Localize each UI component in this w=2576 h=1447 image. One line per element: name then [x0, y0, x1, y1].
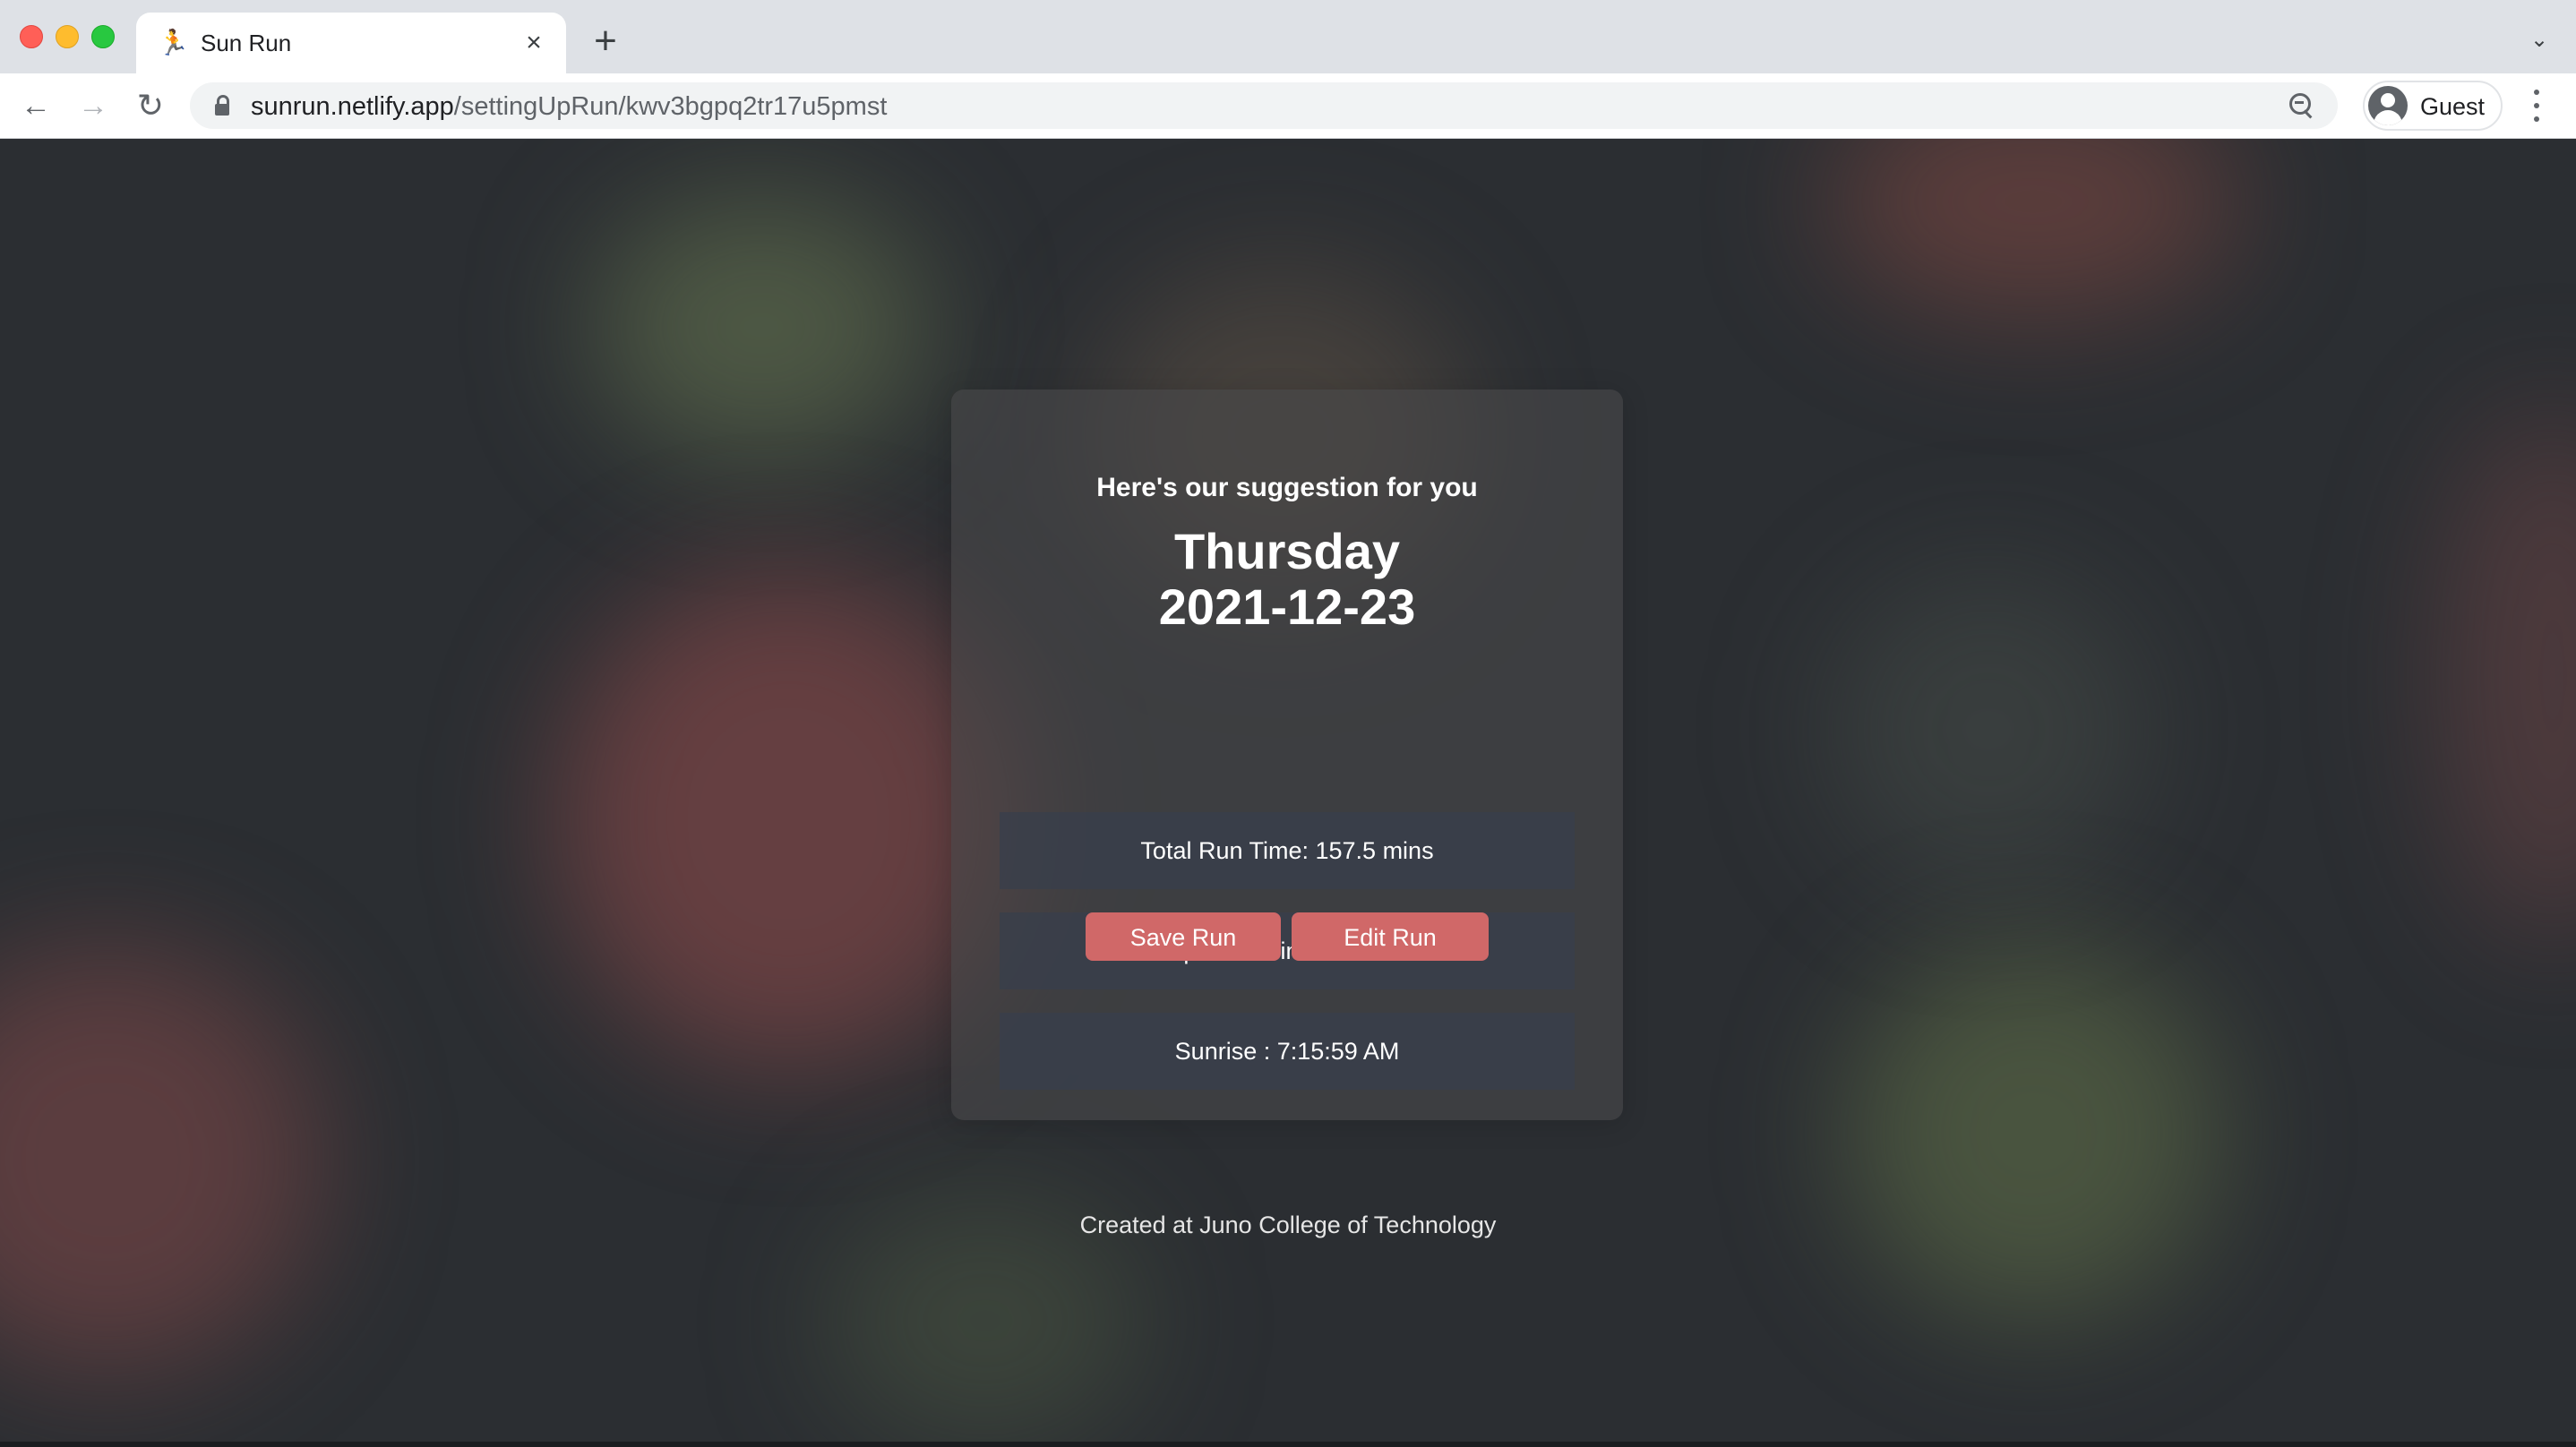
save-run-button[interactable]: Save Run	[1086, 912, 1281, 961]
bottom-edge	[0, 1442, 2576, 1447]
run-day: Thursday	[1173, 523, 1401, 579]
card-subtitle: Here's our suggestion for you	[1096, 473, 1478, 502]
close-window-button[interactable]	[20, 25, 43, 48]
suggestion-card: Here's our suggestion for you Thursday 2…	[951, 390, 1623, 1120]
more-menu-icon[interactable]	[2520, 86, 2553, 125]
page-viewport: Here's our suggestion for you Thursday 2…	[0, 139, 2576, 1447]
footer-text: Created at Juno College of Technology	[1079, 1212, 1497, 1238]
total-run-time: Total Run Time: 157.5 mins	[1000, 812, 1575, 889]
tab-strip: 🏃 Sun Run × + ⌄	[0, 0, 2576, 73]
background-blob	[1845, 945, 2221, 1321]
profile-label: Guest	[2420, 93, 2486, 120]
url-text[interactable]: sunrun.netlify.app/settingUpRun/kwv3bgpq…	[251, 91, 887, 122]
profile-button[interactable]: Guest	[2363, 81, 2503, 131]
back-arrow-icon[interactable]: ←	[16, 86, 56, 125]
reload-icon[interactable]: ↻	[131, 86, 170, 125]
minimize-window-button[interactable]	[56, 25, 79, 48]
forward-arrow-icon[interactable]: →	[73, 86, 113, 125]
browser-tab[interactable]: 🏃 Sun Run ×	[136, 13, 566, 73]
sunrise-time: Sunrise : 7:15:59 AM	[1000, 1013, 1575, 1090]
background-blob	[2436, 407, 2576, 945]
background-blob	[1827, 569, 2150, 891]
maximize-window-button[interactable]	[91, 25, 115, 48]
lock-icon[interactable]	[215, 95, 229, 116]
run-date: 2021-12-23	[1158, 578, 1416, 635]
avatar-icon	[2368, 86, 2408, 125]
tab-title: Sun Run	[201, 30, 292, 56]
edit-run-button[interactable]: Edit Run	[1292, 912, 1489, 961]
background-blob	[0, 945, 322, 1374]
background-blob	[1827, 139, 2239, 318]
background-blob	[591, 193, 932, 461]
zoom-icon[interactable]	[2288, 91, 2316, 120]
runner-icon: 🏃	[158, 29, 189, 56]
close-tab-icon[interactable]: ×	[518, 27, 550, 59]
new-tab-icon[interactable]: +	[588, 21, 623, 61]
browser-toolbar: ← → ↻ sunrun.netlify.app/settingUpRun/kw…	[0, 73, 2576, 139]
chevron-down-icon[interactable]: ⌄	[2526, 27, 2553, 54]
address-bar[interactable]: sunrun.netlify.app/settingUpRun/kwv3bgpq…	[190, 82, 2338, 129]
url-path: /settingUpRun/kwv3bgpq2tr17u5pmst	[453, 92, 888, 121]
url-host: sunrun.netlify.app	[251, 92, 454, 121]
